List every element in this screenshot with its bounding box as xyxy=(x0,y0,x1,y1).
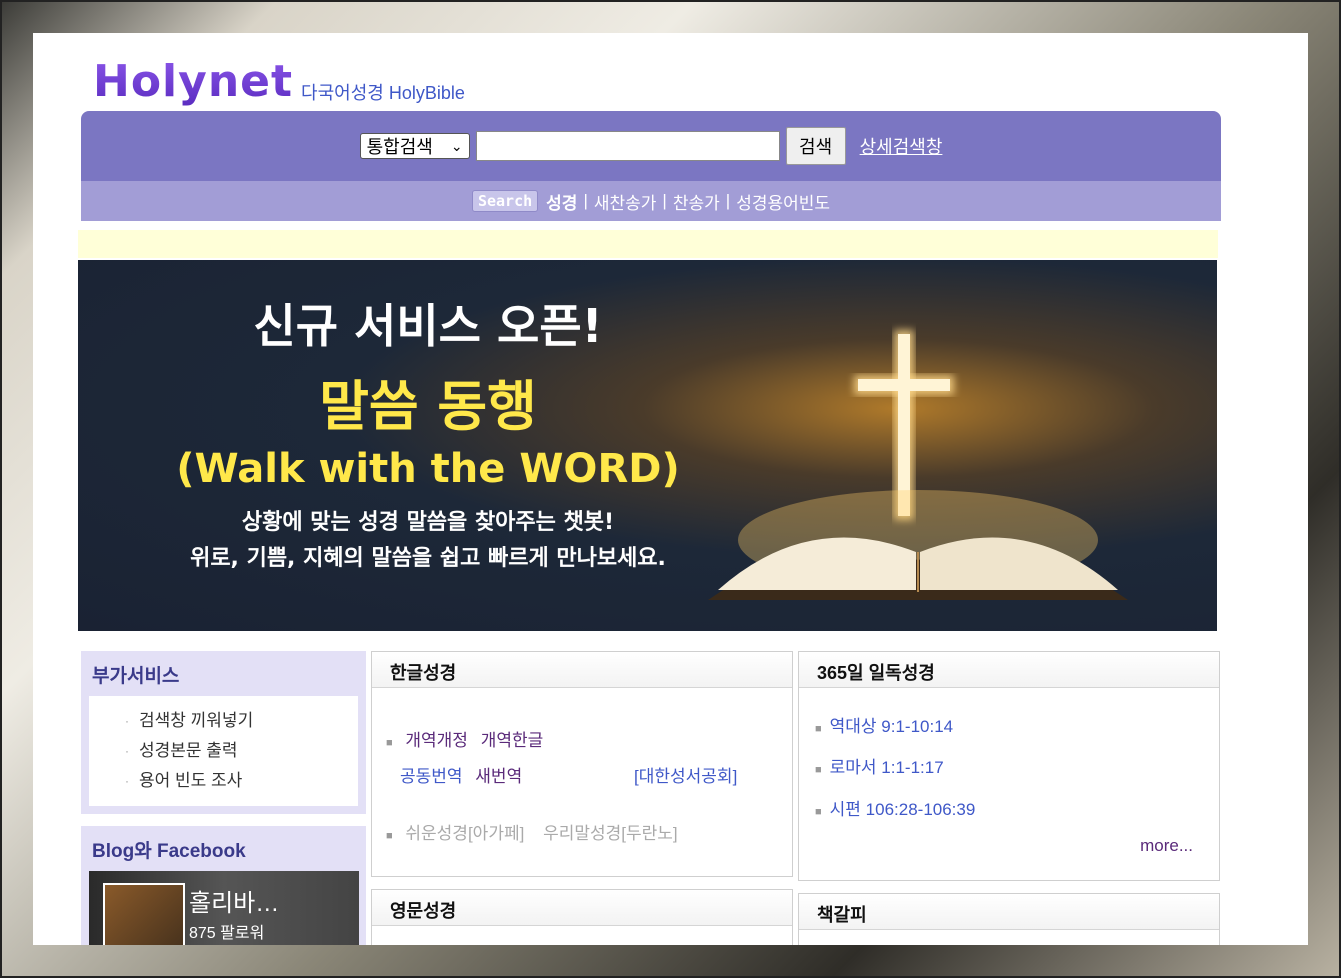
facebook-followers: 875 팔로워 xyxy=(189,925,265,942)
search-input[interactable] xyxy=(475,131,780,161)
chevron-down-icon: ⌄ xyxy=(450,137,463,154)
panel-title: 영문성경 xyxy=(372,890,792,926)
reading-label: 로마서 1:1-1:17 xyxy=(829,758,944,777)
logo[interactable]: Holynet xyxy=(93,57,293,107)
banner-line-1: 신규 서비스 오픈! xyxy=(253,299,603,353)
advanced-search-link[interactable]: 상세검색창 xyxy=(860,133,943,159)
link-revised-new[interactable]: 개역개정 xyxy=(405,731,468,750)
list-item[interactable]: · 성경본문 출력 xyxy=(89,736,358,766)
blog-facebook-title: Blog와 Facebook xyxy=(92,841,246,862)
banner-line-2: 말씀 동행 xyxy=(319,375,537,438)
open-book-icon xyxy=(708,490,1128,600)
header: Holynet 다국어성경 HolyBible xyxy=(93,47,465,107)
korean-row-2: 공동번역 새번역 xyxy=(400,762,522,787)
scope-new-hymnal[interactable]: 새찬송가 xyxy=(594,189,657,214)
reading-label: 시편 106:28-106:39 xyxy=(829,800,976,819)
scope-bible[interactable]: 성경 xyxy=(546,189,577,214)
extra-services-box: 부가서비스 · 검색창 끼워넣기 · 성경본문 출력 · 용어 빈도 조사 xyxy=(81,651,366,814)
link-common-translation[interactable]: 공동번역 xyxy=(400,767,463,786)
bullet-icon: ■ xyxy=(386,737,393,749)
bullet-icon: ■ xyxy=(815,764,822,776)
search-scope-nav: Search 성경 | 새찬송가 | 찬송가 | 성경용어빈도 xyxy=(81,181,1221,221)
reading-item[interactable]: ■ 로마서 1:1-1:17 xyxy=(815,753,944,778)
scope-term-frequency[interactable]: 성경용어빈도 xyxy=(736,189,830,214)
search-panel: 통합검색 ⌄ 검색 상세검색창 Search 성경 | 새찬송가 | 찬송가 |… xyxy=(81,111,1221,221)
scope-hymnal[interactable]: 찬송가 xyxy=(673,189,720,214)
extra-services-list: · 검색창 끼워넣기 · 성경본문 출력 · 용어 빈도 조사 xyxy=(89,696,358,806)
list-item[interactable]: · 검색창 끼워넣기 xyxy=(89,706,358,736)
bookmark-panel: 책갈피 xyxy=(798,893,1220,945)
bullet-icon: ■ xyxy=(815,723,822,735)
panel-title: 365일 일독성경 xyxy=(799,652,1219,688)
english-bible-panel: 영문성경 xyxy=(371,889,793,945)
link-easy-bible[interactable]: 쉬운성경[아가페] xyxy=(405,824,524,843)
list-item[interactable]: · 용어 빈도 조사 xyxy=(89,766,358,796)
link-woorimal-bible[interactable]: 우리말성경[두란노] xyxy=(543,824,678,843)
panel-title: 한글성경 xyxy=(372,652,792,688)
site-subtitle[interactable]: 다국어성경 HolyBible xyxy=(301,79,465,105)
extra-services-title: 부가서비스 xyxy=(92,666,180,687)
item-label: 용어 빈도 조사 xyxy=(139,771,243,790)
search-type-value: 통합검색 xyxy=(366,137,433,157)
korean-row-1: ■ 개역개정 개역한글 xyxy=(386,726,543,751)
daily-reading-panel: 365일 일독성경 ■ 역대상 9:1-10:14 ■ 로마서 1:1-1:17 ■… xyxy=(798,651,1220,881)
link-new-translation[interactable]: 새번역 xyxy=(475,767,522,786)
facebook-widget[interactable]: 홀리바… 875 팔로워 xyxy=(89,871,359,945)
search-tag: Search xyxy=(471,190,539,212)
reading-item[interactable]: ■ 시편 106:28-106:39 xyxy=(815,795,975,820)
publisher-label[interactable]: [대한성서공회] xyxy=(634,762,737,787)
search-button[interactable]: 검색 xyxy=(785,127,846,165)
separator: | xyxy=(725,191,731,210)
notice-bar xyxy=(78,230,1218,258)
banner-line-3: (Walk with the WORD) xyxy=(176,446,680,492)
page: Holynet 다국어성경 HolyBible 통합검색 ⌄ 검색 상세검색창 … xyxy=(33,33,1308,945)
separator: | xyxy=(662,191,667,210)
reading-item[interactable]: ■ 역대상 9:1-10:14 xyxy=(815,712,953,737)
korean-row-3: ■ 쉬운성경[아가페] 우리말성경[두란노] xyxy=(386,819,678,844)
sidebar: 부가서비스 · 검색창 끼워넣기 · 성경본문 출력 · 용어 빈도 조사 Bl… xyxy=(81,651,366,945)
banner-line-4: 상황에 맞는 성경 말씀을 찾아주는 챗봇! xyxy=(241,510,615,535)
facebook-page-name: 홀리바… xyxy=(189,890,280,917)
bullet-icon: ■ xyxy=(386,830,393,842)
link-revised-korean[interactable]: 개역한글 xyxy=(481,731,544,750)
bullet-icon: · xyxy=(125,714,129,728)
separator: | xyxy=(583,191,588,210)
page-avatar xyxy=(103,883,185,945)
banner-line-5: 위로, 기쁨, 지혜의 말씀을 쉽고 빠르게 만나보세요. xyxy=(190,546,666,571)
bullet-icon: · xyxy=(125,774,129,788)
bullet-icon: ■ xyxy=(815,806,822,818)
promo-banner[interactable]: 신규 서비스 오픈! 말씀 동행 (Walk with the WORD) 상황… xyxy=(78,260,1217,631)
reading-label: 역대상 9:1-10:14 xyxy=(829,717,954,736)
blog-facebook-box: Blog와 Facebook 홀리바… 875 팔로워 xyxy=(81,826,366,945)
search-type-select[interactable]: 통합검색 ⌄ xyxy=(359,133,470,159)
korean-bible-panel: 한글성경 ■ 개역개정 개역한글 공동번역 새번역 [대한성서공회] ■ 쉬운성… xyxy=(371,651,793,877)
bullet-icon: · xyxy=(125,744,129,758)
more-link[interactable]: more... xyxy=(1140,836,1193,856)
item-label: 성경본문 출력 xyxy=(139,741,238,760)
search-bar: 통합검색 ⌄ 검색 상세검색창 xyxy=(81,111,1221,181)
item-label: 검색창 끼워넣기 xyxy=(139,711,254,730)
panel-title: 책갈피 xyxy=(799,894,1219,930)
